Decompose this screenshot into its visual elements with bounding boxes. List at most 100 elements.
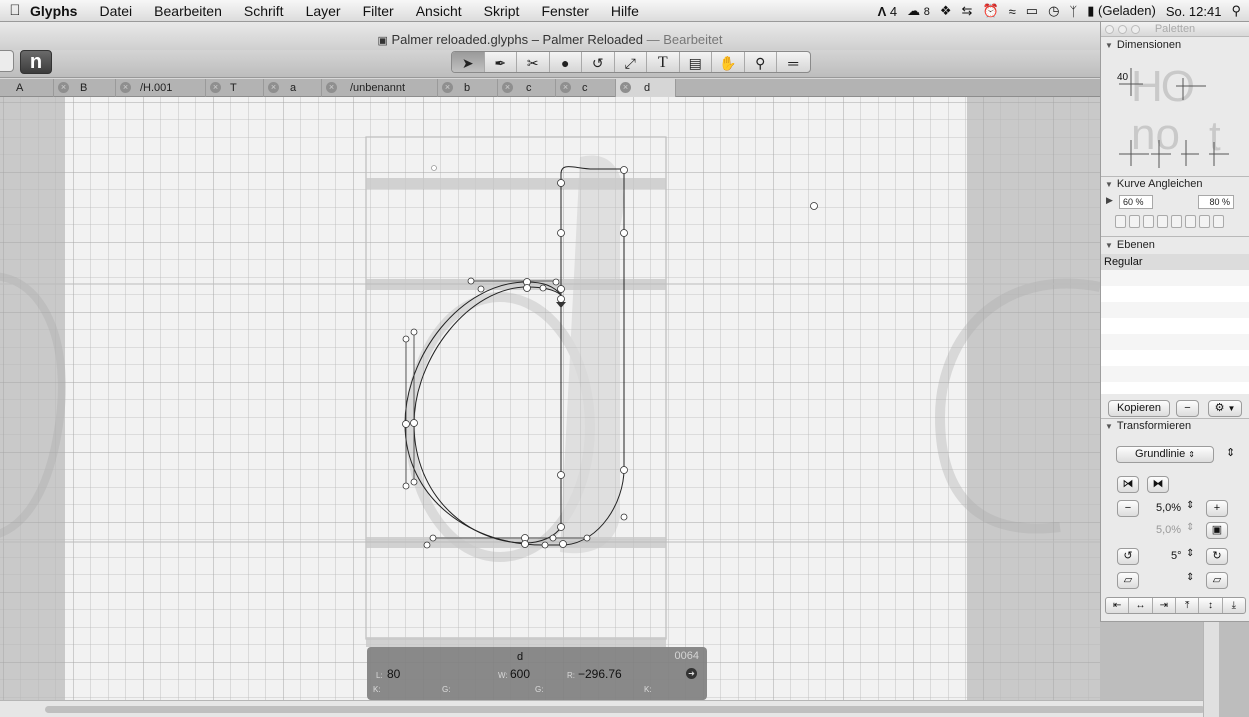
close-tab-icon[interactable]: × [120, 82, 131, 93]
scale-x-stepper-icon[interactable]: ⇕ [1186, 500, 1194, 511]
curve-value-2[interactable]: 80 % [1198, 195, 1234, 209]
close-tab-icon[interactable]: × [560, 82, 571, 93]
remove-layer-button[interactable]: − [1176, 400, 1199, 417]
tab-a[interactable]: A [0, 79, 54, 97]
rsb-field[interactable]: −296.76 [578, 667, 622, 681]
rotate-value[interactable]: 5° [1171, 550, 1182, 562]
lsb-field[interactable]: 80 [387, 667, 400, 681]
menu-filter[interactable]: Filter [363, 3, 394, 19]
sync-icon[interactable]: ⇆ [962, 3, 973, 19]
text-tool[interactable]: T [647, 52, 680, 72]
flip-horizontal-button[interactable]: ⧒ [1117, 476, 1139, 493]
flip-vertical-button[interactable]: ⧓ [1147, 476, 1169, 493]
menu-bearbeiten[interactable]: Bearbeiten [154, 3, 222, 19]
horizontal-scrollbar[interactable] [0, 700, 1210, 717]
copy-layer-button[interactable]: Kopieren [1108, 400, 1170, 417]
scale-down-button[interactable]: − [1117, 500, 1139, 517]
menu-app-name[interactable]: Glyphs [30, 3, 77, 19]
scale-tool[interactable]: ⤢ [615, 52, 647, 72]
origin-stepper-icon[interactable]: ⇕ [1226, 446, 1235, 459]
transform-origin-select[interactable]: Grundlinie ⇕ [1116, 446, 1214, 463]
dimensions-header[interactable]: ▼ Dimensionen [1101, 38, 1249, 53]
close-tab-icon[interactable]: × [620, 82, 631, 93]
annotation-tool[interactable]: ▤ [680, 52, 712, 72]
tab-b-lower[interactable]: × b [438, 79, 498, 97]
display-icon[interactable]: ▭ [1026, 3, 1038, 19]
slant-left-button[interactable]: ▱ [1117, 572, 1139, 589]
spotlight-icon[interactable]: ⚲ [1231, 3, 1241, 19]
glyph-preview-button[interactable]: n [20, 50, 52, 74]
menu-fenster[interactable]: Fenster [541, 3, 588, 19]
transform-header[interactable]: ▼ Transformieren [1101, 419, 1249, 434]
battery-status[interactable]: ▮ (Geladen) [1087, 3, 1156, 19]
bluetooth-icon[interactable]: ᛉ [1069, 4, 1077, 19]
menu-ansicht[interactable]: Ansicht [416, 3, 462, 19]
wifi-icon[interactable]: ≈ [1009, 4, 1016, 19]
scale-x-value[interactable]: 5,0% [1156, 502, 1181, 514]
menu-layer[interactable]: Layer [306, 3, 341, 19]
slant-stepper-icon[interactable]: ⇕ [1186, 572, 1194, 583]
scale-y-value[interactable]: 5,0% [1156, 524, 1181, 536]
align-top-icon[interactable]: ⤒ [1176, 598, 1200, 613]
tab-unbenannt[interactable]: × /unbenannt [322, 79, 438, 97]
align-left-icon[interactable]: ⇤ [1106, 598, 1130, 613]
zoom-window-icon[interactable] [1131, 25, 1140, 34]
slant-right-button[interactable]: ▱ [1206, 572, 1228, 589]
rotate-right-button[interactable]: ↻ [1206, 548, 1228, 565]
align-bottom-icon[interactable]: ⤓ [1223, 598, 1245, 613]
zoom-tool[interactable]: ⚲ [745, 52, 777, 72]
clock[interactable]: So. 12:41 [1166, 4, 1222, 19]
next-glyph-arrow-icon[interactable]: ➜ [686, 668, 697, 679]
scale-up-button[interactable]: + [1206, 500, 1228, 517]
scroll-thumb[interactable] [45, 706, 1205, 713]
layer-options-button[interactable]: ⚙ ▼ [1208, 400, 1242, 417]
curve-preset-button[interactable] [1199, 215, 1210, 228]
close-tab-icon[interactable]: × [326, 82, 337, 93]
tab-d[interactable]: × d [616, 79, 676, 97]
close-tab-icon[interactable]: × [58, 82, 69, 93]
tab-b[interactable]: × B [54, 79, 116, 97]
measure-tool[interactable]: ═ [777, 52, 810, 72]
curve-header[interactable]: ▼ Kurve Angleichen [1101, 177, 1249, 192]
apple-menu-icon[interactable]:  [0, 2, 30, 19]
curve-preset-button[interactable] [1115, 215, 1126, 228]
close-window-icon[interactable] [1105, 25, 1114, 34]
shape-tool[interactable]: ● [550, 52, 582, 72]
curve-preset-button[interactable] [1171, 215, 1182, 228]
menu-schrift[interactable]: Schrift [244, 3, 284, 19]
knife-tool[interactable]: ✂ [517, 52, 550, 72]
tab-t[interactable]: × T [206, 79, 264, 97]
close-tab-icon[interactable]: × [268, 82, 279, 93]
menu-datei[interactable]: Datei [99, 3, 132, 19]
menu-skript[interactable]: Skript [484, 3, 520, 19]
draw-tool[interactable]: ✒ [485, 52, 517, 72]
curve-preset-button[interactable] [1129, 215, 1140, 228]
tab-h001[interactable]: × /H.001 [116, 79, 206, 97]
time-machine-icon[interactable]: ◷ [1048, 3, 1059, 19]
adobe-status[interactable]: Λ 4 [878, 4, 898, 19]
close-tab-icon[interactable]: × [210, 82, 221, 93]
curve-preset-button[interactable] [1157, 215, 1168, 228]
width-field[interactable]: 600 [510, 667, 530, 681]
apply-triangle-icon[interactable]: ▶ [1106, 195, 1113, 206]
minimize-window-icon[interactable] [1118, 25, 1127, 34]
curve-preset-button[interactable] [1143, 215, 1154, 228]
tab-a-lower[interactable]: × a [264, 79, 322, 97]
glyph-edit-canvas[interactable] [0, 97, 1100, 717]
scale-y-stepper-icon[interactable]: ⇕ [1186, 522, 1194, 533]
tab-c[interactable]: × c [498, 79, 556, 97]
select-tool[interactable]: ➤ [452, 52, 485, 72]
alarm-icon[interactable]: ⏰ [982, 3, 998, 19]
align-center-icon[interactable]: ↔ [1129, 598, 1153, 613]
close-tab-icon[interactable]: × [502, 82, 513, 93]
dropbox-icon[interactable]: ❖ [940, 3, 952, 19]
hand-tool[interactable]: ✋ [712, 52, 745, 72]
rotate-left-button[interactable]: ↺ [1117, 548, 1139, 565]
curve-preset-button[interactable] [1185, 215, 1196, 228]
curve-preset-button[interactable] [1213, 215, 1224, 228]
lock-proportions-button[interactable]: ▣ [1206, 522, 1228, 539]
curve-value-1[interactable]: 60 % [1119, 195, 1153, 209]
tab-c-2[interactable]: × c [556, 79, 616, 97]
sidebar-toggle[interactable] [0, 50, 14, 72]
layer-item-regular[interactable]: Regular [1101, 254, 1249, 270]
